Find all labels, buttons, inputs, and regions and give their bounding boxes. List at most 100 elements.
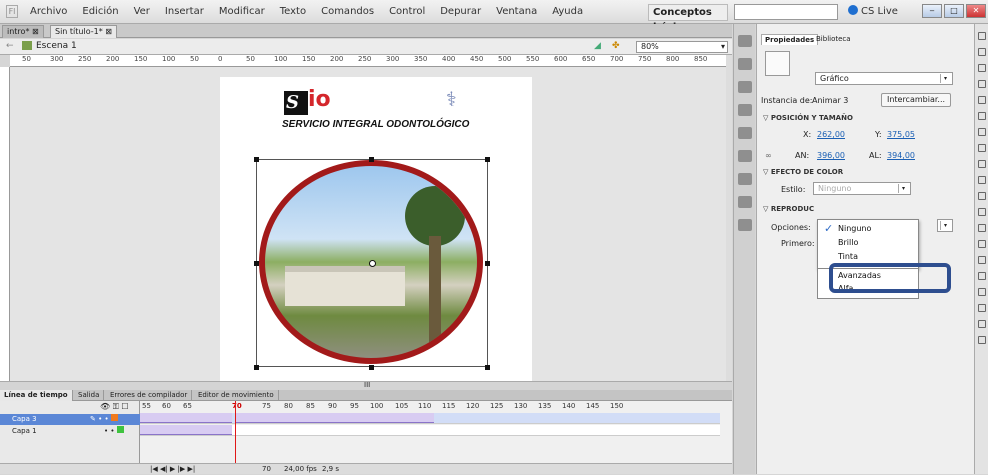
tab-salida[interactable]: Salida: [74, 390, 105, 401]
motion-tween[interactable]: [140, 413, 232, 423]
workspace-selector[interactable]: Conceptos básicos: [648, 4, 728, 33]
menu-texto[interactable]: Texto: [280, 6, 306, 17]
menu-comandos[interactable]: Comandos: [321, 6, 374, 17]
playback-controls[interactable]: |◀ ◀| ▶ |▶ ▶|: [150, 464, 195, 475]
transform-handle[interactable]: [369, 157, 374, 162]
bone-tool-icon[interactable]: [978, 224, 986, 232]
swap-button[interactable]: Intercambiar...: [881, 93, 951, 107]
menu-ayuda[interactable]: Ayuda: [552, 6, 583, 17]
subselect-tool-icon[interactable]: [978, 48, 986, 56]
tool-icon[interactable]: [738, 104, 752, 116]
y-value[interactable]: 375,05: [887, 130, 915, 139]
symbol-type-select[interactable]: Gráfico ▾: [815, 72, 953, 85]
tab-sin-titulo[interactable]: Sin título-1* ⊠: [50, 25, 117, 38]
pen-tool-icon[interactable]: [978, 112, 986, 120]
tool-icon[interactable]: [738, 173, 752, 185]
motion-tween[interactable]: [236, 413, 434, 423]
frame-row-capa-1[interactable]: [140, 425, 720, 436]
transform-handle[interactable]: [485, 261, 490, 266]
frame-row-capa-3[interactable]: [140, 413, 720, 424]
transform-tool-icon[interactable]: [978, 64, 986, 72]
menu-control[interactable]: Control: [389, 6, 425, 17]
fill-color-icon[interactable]: [978, 336, 986, 344]
tool-icon[interactable]: [738, 58, 752, 70]
vertical-scrollbar[interactable]: [726, 55, 732, 381]
stroke-color-icon[interactable]: [978, 320, 986, 328]
tab-errores[interactable]: Errores de compilador: [106, 390, 193, 401]
lasso-tool-icon[interactable]: [978, 96, 986, 104]
menu-ventana[interactable]: Ventana: [496, 6, 537, 17]
section-position-size[interactable]: ▽ POSICIÓN Y TAMAÑO: [763, 114, 853, 122]
menu-edicion[interactable]: Edición: [82, 6, 118, 17]
selection-tool-icon[interactable]: [978, 32, 986, 40]
scene-name[interactable]: Escena 1: [36, 41, 77, 51]
layer-capa-3[interactable]: Capa 3 ✎ • •: [0, 414, 140, 425]
options-select[interactable]: ▾: [937, 219, 953, 232]
close-button[interactable]: ✕: [966, 4, 986, 18]
style-select[interactable]: Ninguno ▾: [813, 182, 911, 195]
menu-ver[interactable]: Ver: [134, 6, 150, 17]
zoom-tool-icon[interactable]: [978, 304, 986, 312]
help-search-input[interactable]: [734, 4, 838, 20]
rectangle-tool-icon[interactable]: [978, 160, 986, 168]
link-chain-icon[interactable]: ∞: [765, 151, 772, 160]
edit-scene-icon[interactable]: ◢: [594, 41, 601, 51]
menu-modificar[interactable]: Modificar: [219, 6, 265, 17]
registration-point[interactable]: [369, 260, 376, 267]
transform-handle[interactable]: [369, 365, 374, 370]
cs-live-icon: [848, 5, 858, 15]
motion-tween[interactable]: [140, 425, 232, 435]
maximize-button[interactable]: □: [944, 4, 964, 18]
transform-handle[interactable]: [254, 157, 259, 162]
tool-icon[interactable]: [738, 196, 752, 208]
stage[interactable]: S io ⚕ SERVICIO INTEGRAL ODONTOLÓGICO: [220, 77, 532, 382]
eye-lock-outline-icons[interactable]: 👁 ⚿ ☐: [100, 402, 129, 412]
edit-symbol-icon[interactable]: ✤: [612, 41, 620, 51]
minimize-button[interactable]: ‒: [922, 4, 942, 18]
tools-panel: [974, 24, 988, 474]
deco-tool-icon[interactable]: [978, 208, 986, 216]
option-brillo[interactable]: Brillo: [838, 238, 858, 247]
tab-editor-movimiento[interactable]: Editor de movimiento: [194, 390, 279, 401]
menu-insertar[interactable]: Insertar: [165, 6, 204, 17]
3d-tool-icon[interactable]: [978, 80, 986, 88]
section-color-effect[interactable]: ▽ EFECTO DE COLOR: [763, 168, 843, 176]
tab-linea-de-tiempo[interactable]: Línea de tiempo: [0, 390, 73, 401]
menu-archivo[interactable]: Archivo: [30, 6, 67, 17]
transform-handle[interactable]: [254, 261, 259, 266]
style-label: Estilo:: [781, 185, 806, 194]
tab-intro[interactable]: intro* ⊠: [2, 25, 44, 38]
text-tool-icon[interactable]: [978, 128, 986, 136]
paint-bucket-icon[interactable]: [978, 240, 986, 248]
transform-handle[interactable]: [485, 365, 490, 370]
eraser-icon[interactable]: [978, 272, 986, 280]
tool-icon[interactable]: [738, 81, 752, 93]
layer-capa-1[interactable]: Capa 1 • •: [0, 426, 140, 437]
w-value[interactable]: 396,00: [817, 151, 845, 160]
line-tool-icon[interactable]: [978, 144, 986, 152]
section-loop[interactable]: ▽ REPRODUC: [763, 205, 814, 213]
tool-icon[interactable]: [738, 127, 752, 139]
cs-live-button[interactable]: CS Live: [848, 5, 898, 17]
tool-icon[interactable]: [738, 150, 752, 162]
x-value[interactable]: 262,00: [817, 130, 845, 139]
h-value[interactable]: 394,00: [887, 151, 915, 160]
option-tinta[interactable]: Tinta: [838, 252, 858, 261]
option-ninguno[interactable]: Ninguno: [838, 224, 871, 233]
horizontal-scrollbar[interactable]: III: [0, 381, 732, 390]
tab-propiedades[interactable]: Propiedades: [761, 34, 819, 45]
zoom-select[interactable]: 80% ▾: [636, 41, 728, 53]
brush-tool-icon[interactable]: [978, 192, 986, 200]
tool-icon[interactable]: [738, 219, 752, 231]
pencil-tool-icon[interactable]: [978, 176, 986, 184]
tool-icon[interactable]: [738, 35, 752, 47]
menu-depurar[interactable]: Depurar: [440, 6, 481, 17]
back-arrow-icon[interactable]: ←: [6, 41, 14, 51]
transform-handle[interactable]: [485, 157, 490, 162]
eyedropper-icon[interactable]: [978, 256, 986, 264]
transform-handle[interactable]: [254, 365, 259, 370]
fps-readout[interactable]: 24,00 fps: [284, 464, 317, 475]
logo-subtitle: SERVICIO INTEGRAL ODONTOLÓGICO: [282, 119, 470, 130]
hand-tool-icon[interactable]: [978, 288, 986, 296]
tab-biblioteca[interactable]: Biblioteca: [813, 34, 854, 44]
